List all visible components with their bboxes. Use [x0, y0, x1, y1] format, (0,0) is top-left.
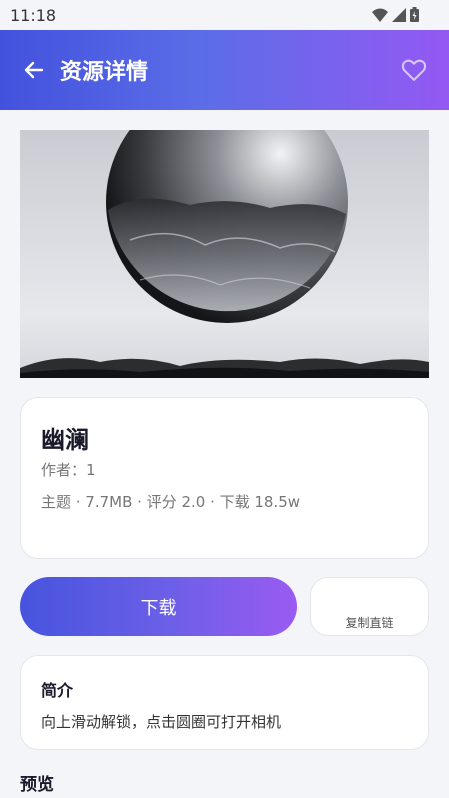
cover-image	[20, 130, 429, 378]
resource-info-card: 幽澜 作者：1 主题 · 7.7MB · 评分 2.0 · 下载 18.5w	[20, 397, 429, 559]
resource-meta: 主题 · 7.7MB · 评分 2.0 · 下载 18.5w	[41, 493, 301, 511]
copy-link-button[interactable]: 复制直链	[310, 577, 429, 636]
preview-heading: 预览	[20, 775, 54, 795]
app-bar: 资源详情	[0, 30, 449, 110]
resource-title: 幽澜	[41, 426, 89, 454]
copy-link-label: 复制直链	[345, 616, 394, 630]
signal-icon	[392, 7, 406, 22]
status-bar: 11:18	[0, 0, 449, 30]
back-arrow-icon[interactable]	[22, 58, 46, 82]
cover-artwork	[20, 130, 429, 378]
intro-text: 向上滑动解锁，点击圆圈可打开相机	[41, 713, 282, 731]
status-icons	[372, 7, 419, 22]
download-button[interactable]: 下载	[20, 577, 297, 636]
battery-icon	[410, 7, 419, 22]
status-time: 11:18	[10, 6, 57, 25]
intro-heading: 简介	[41, 681, 74, 700]
heart-icon[interactable]	[400, 56, 428, 84]
intro-card: 简介 向上滑动解锁，点击圆圈可打开相机	[20, 655, 429, 750]
page-title: 资源详情	[60, 60, 149, 85]
resource-author: 作者：1	[41, 461, 96, 479]
wifi-icon	[372, 8, 388, 22]
